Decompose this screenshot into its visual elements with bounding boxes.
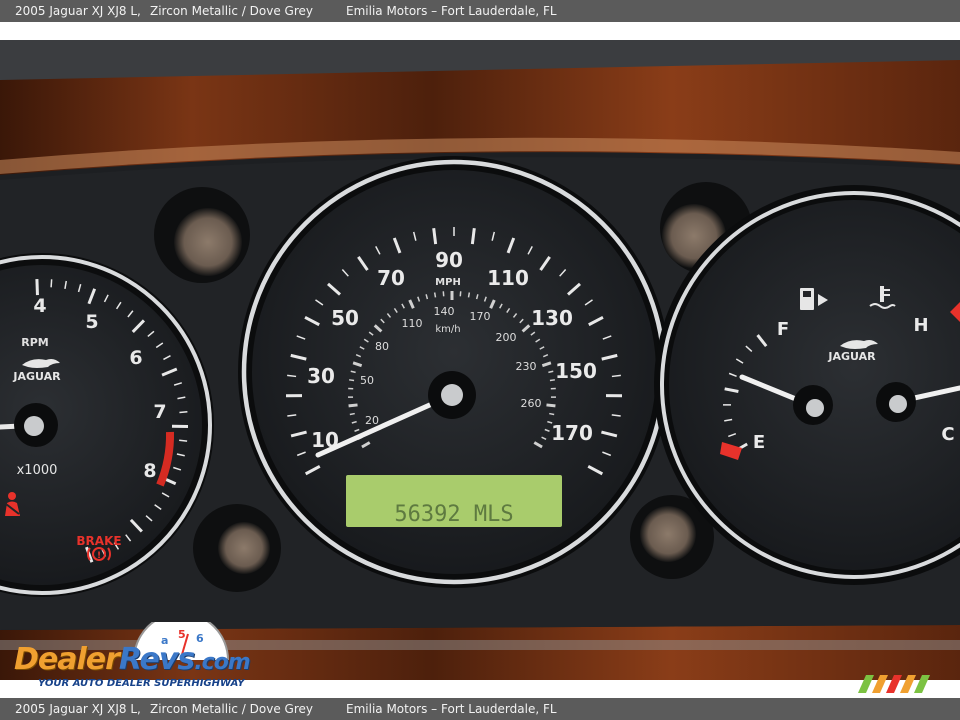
tick-mark	[467, 292, 471, 298]
tick-mark	[179, 439, 188, 442]
fuel-full-label: F	[777, 319, 789, 340]
kmh-label-110: 110	[402, 317, 423, 330]
caption-vehicle: 2005 Jaguar XJ XJ8 L,	[15, 4, 141, 18]
mph-label-70: 70	[377, 266, 405, 290]
speedometer-gauge: 10 30 50 70 90 110 130 150 170 MPH 20 50…	[238, 156, 670, 588]
tick-mark	[433, 292, 437, 298]
warning-lamp-bottom-left	[193, 504, 281, 592]
odometer-reading: 56392 MLS	[394, 502, 513, 527]
mph-label-170: 170	[551, 421, 593, 445]
tach-multiplier-label: x1000	[17, 463, 58, 478]
mph-label-130: 130	[531, 306, 573, 330]
mph-label-30: 30	[307, 364, 335, 388]
mph-label-110: 110	[487, 266, 529, 290]
tick-mark	[611, 374, 621, 378]
dashboard-photo: 4 5 6 7 8 RPM JAGUAR x1000 BRAKE ! 10 30…	[0, 40, 960, 680]
kmh-label-260: 260	[521, 397, 542, 410]
bottom-caption-bar: 2005 Jaguar XJ XJ8 L, Zircon Metallic / …	[0, 698, 960, 720]
tick-mark	[348, 403, 358, 408]
kmh-label-140: 140	[434, 305, 455, 318]
kmh-label-80: 80	[375, 340, 389, 353]
kmh-label-170: 170	[470, 310, 491, 323]
dealerrevs-watermark: a 5 6 DealerRevs.com YOUR AUTO DEALER SU…	[10, 622, 270, 694]
mph-label-90: 90	[435, 248, 463, 272]
tach-label-7: 7	[153, 401, 166, 423]
top-caption-bar: 2005 Jaguar XJ XJ8 L, Zircon Metallic / …	[0, 0, 960, 22]
temp-cold-label: C	[941, 424, 954, 445]
kmh-label-50: 50	[360, 374, 374, 387]
caption-dealer: Emilia Motors – Fort Lauderdale, FL	[346, 702, 557, 716]
tick-mark	[546, 403, 556, 408]
kmh-unit-label: km/h	[435, 324, 460, 335]
svg-text:5: 5	[178, 628, 186, 641]
tach-label-4: 4	[33, 295, 46, 317]
caption-vehicle: 2005 Jaguar XJ XJ8 L,	[15, 702, 141, 716]
warning-lamp-top-left	[154, 187, 250, 283]
tick-mark	[35, 279, 39, 296]
brake-warning-label: BRAKE	[76, 534, 121, 548]
svg-text:!: !	[97, 551, 101, 561]
caption-color: Zircon Metallic / Dove Grey	[150, 4, 313, 18]
mph-label-50: 50	[331, 306, 359, 330]
tick-mark	[349, 412, 355, 416]
tick-mark	[179, 410, 188, 414]
tach-unit-label: RPM	[21, 336, 48, 349]
dealerrevs-stripes-icon	[858, 675, 930, 693]
temp-hot-label: H	[913, 315, 928, 336]
dealerrevs-tagline: YOUR AUTO DEALER SUPERHIGHWAY	[38, 678, 245, 689]
caption-dealer: Emilia Motors – Fort Lauderdale, FL	[346, 4, 557, 18]
tick-mark	[50, 279, 53, 288]
mph-unit-label: MPH	[435, 277, 461, 288]
tach-label-8: 8	[143, 460, 156, 482]
tick-mark	[432, 228, 438, 245]
fuel-temp-brand-label: JAGUAR	[827, 350, 876, 363]
tick-mark	[470, 228, 476, 245]
fuel-empty-label: E	[753, 432, 765, 453]
mph-label-150: 150	[555, 359, 597, 383]
tick-mark	[287, 374, 297, 378]
tick-mark	[349, 379, 355, 382]
kmh-label-230: 230	[516, 360, 537, 373]
kmh-label-200: 200	[496, 331, 517, 344]
tick-mark	[549, 412, 555, 416]
kmh-label-20: 20	[365, 414, 379, 427]
tach-label-5: 5	[85, 311, 98, 333]
tach-brand-label: JAGUAR	[12, 370, 61, 383]
tach-label-6: 6	[129, 347, 142, 369]
caption-color: Zircon Metallic / Dove Grey	[150, 702, 313, 716]
dealerrevs-logo: DealerRevs.com	[14, 642, 251, 677]
